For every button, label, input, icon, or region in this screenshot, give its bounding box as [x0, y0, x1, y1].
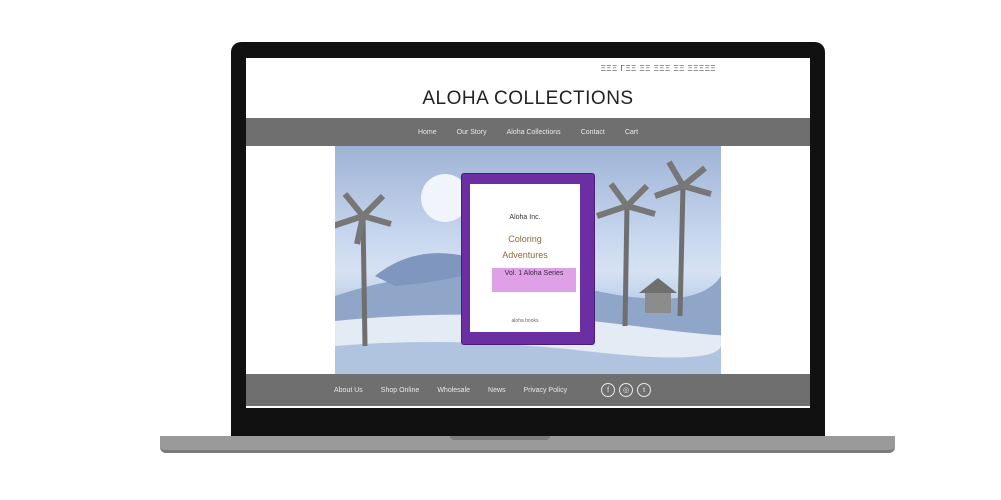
book-cover-inner: Aloha Inc. Coloring Adventures Vol. 1 Al… [470, 184, 580, 332]
twitter-icon[interactable]: t [637, 383, 652, 397]
laptop-screen: ΞΞΞ ΓΞΞ ΞΞ ΞΞΞ ΞΞ ΞΞΞΞΞ ALOHA COLLECTION… [246, 58, 810, 408]
footer-link-news[interactable]: News [488, 387, 506, 394]
social-links: f ◎ t [601, 383, 652, 397]
top-info-bar: ΞΞΞ ΓΞΞ ΞΞ ΞΞΞ ΞΞ ΞΞΞΞΞ [600, 64, 716, 73]
laptop-base-notch [450, 436, 550, 440]
book-label: Vol. 1 Aloha Series [492, 268, 576, 292]
nav-item-home[interactable]: Home [418, 129, 437, 136]
footer-link-privacy[interactable]: Privacy Policy [524, 387, 568, 394]
nav-item-cart[interactable]: Cart [625, 129, 638, 136]
instagram-icon[interactable]: ◎ [619, 383, 634, 397]
facebook-icon[interactable]: f [601, 383, 616, 397]
book-title-line-2: Adventures [502, 250, 548, 260]
book-publisher: aloha books [511, 318, 539, 324]
site-title[interactable]: ALOHA COLLECTIONS [246, 88, 810, 110]
book-cover[interactable]: Aloha Inc. Coloring Adventures Vol. 1 Al… [462, 174, 594, 344]
nav-item-collections[interactable]: Aloha Collections [507, 129, 561, 136]
hero-banner: Aloha Inc. Coloring Adventures Vol. 1 Al… [335, 146, 721, 374]
main-nav: Home Our Story Aloha Collections Contact… [246, 118, 810, 146]
book-title-line-1: Coloring [508, 234, 542, 244]
footer-link-about[interactable]: About Us [334, 387, 363, 394]
footer-link-shop[interactable]: Shop Online [381, 387, 420, 394]
nav-item-contact[interactable]: Contact [581, 129, 605, 136]
footer: About Us Shop Online Wholesale News Priv… [246, 374, 810, 406]
book-author: Aloha Inc. [509, 214, 541, 221]
footer-link-wholesale[interactable]: Wholesale [437, 387, 470, 394]
nav-item-our-story[interactable]: Our Story [457, 129, 487, 136]
